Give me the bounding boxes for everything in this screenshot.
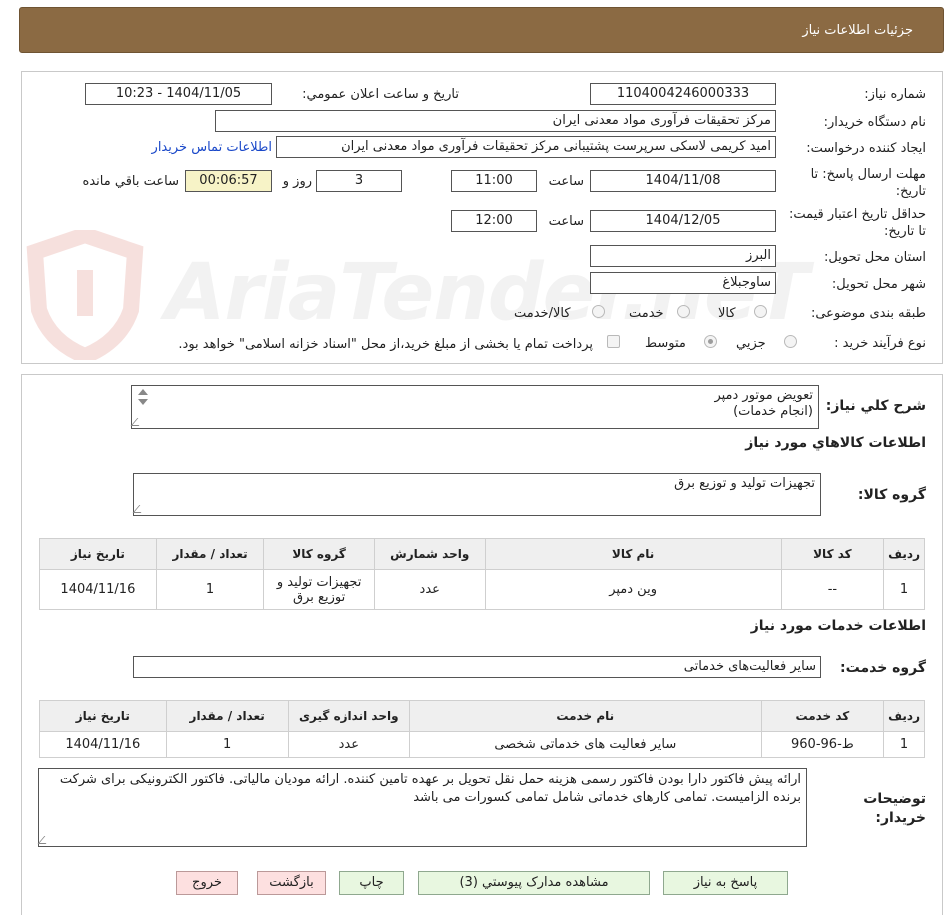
days-label: روز و [282, 174, 312, 189]
description-textarea[interactable]: تعویض موتور دمپر (انجام خدمات) [130, 385, 819, 429]
col-header: نام خدمت [408, 700, 762, 732]
table-cell: تجهیزات تولید و توزیع برق [263, 569, 375, 610]
remaining-label: ساعت باقي مانده [82, 174, 179, 189]
category-radio-service[interactable] [677, 305, 690, 318]
need-number-label: شماره نیاز: [864, 87, 926, 102]
table-cell: 1 [155, 569, 265, 610]
back-button[interactable]: بازگشت [257, 871, 326, 895]
process-radio-medium[interactable] [704, 335, 717, 348]
table-row: 1 ط-96-960 سایر فعالیت های خدماتی شخصی ع… [39, 731, 925, 758]
col-header: واحد شمارش [373, 538, 486, 570]
deadline-time-field: 11:00 [451, 170, 537, 192]
process-option-minor: جزيي [736, 336, 766, 351]
services-table-header: ردیف کد خدمت نام خدمت واحد اندازه گیری ت… [39, 700, 925, 732]
table-cell: 1 [883, 731, 925, 758]
table-cell: -- [780, 569, 885, 610]
buyer-org-label: نام دستگاه خریدار: [823, 115, 926, 130]
buyer-notes-label: توضیحات خریدار: [863, 791, 926, 826]
description-line-2: (انجام خدمات) [733, 404, 813, 419]
col-header: تعداد / مقدار [155, 538, 265, 570]
services-table: ردیف کد خدمت نام خدمت واحد اندازه گیری ت… [39, 700, 925, 758]
province-label: استان محل تحویل: [824, 250, 926, 265]
buyer-org-field: مرکز تحقیقات فرآوری مواد معدنی ایران [215, 110, 776, 132]
page-title: جزئیات اطلاعات نیاز [802, 23, 913, 38]
col-header: تعداد / مقدار [165, 700, 289, 732]
treasury-payment-note: پرداخت تمام یا بخشی از مبلغ خرید،از محل … [178, 337, 593, 352]
col-header: واحد اندازه گیری [287, 700, 410, 732]
goods-section-title: اطلاعات کالاهاي مورد نیاز [745, 435, 926, 451]
goods-group-label: گروه کالا: [857, 487, 926, 503]
table-cell: 1 [883, 569, 925, 610]
category-option-service: خدمت [629, 306, 664, 321]
category-radio-goods[interactable] [754, 305, 767, 318]
deadline-label: مهلت ارسال پاسخ: تا تاریخ: [810, 167, 926, 199]
description-line-1: تعویض موتور دمپر [714, 388, 813, 403]
buyer-notes-text: ارائه پیش فاکتور دارا بودن فاکتور رسمی ه… [59, 772, 801, 805]
resize-handle-icon[interactable] [37, 836, 53, 844]
resize-handle-icon[interactable] [130, 418, 146, 426]
page-header: جزئیات اطلاعات نیاز [19, 7, 944, 53]
table-cell: عدد [373, 569, 486, 610]
goods-group-value: تجهیزات تولید و توزیع برق [674, 476, 815, 491]
city-label: شهر محل تحویل: [831, 277, 926, 292]
table-cell: ط-96-960 [760, 731, 885, 758]
announce-field: 1404/11/05 - 10:23 [85, 83, 272, 105]
goods-group-textarea[interactable]: تجهیزات تولید و توزیع برق [132, 473, 821, 516]
exit-button[interactable]: خروج [176, 871, 238, 895]
province-field: البرز [590, 245, 776, 267]
reply-button[interactable]: پاسخ به نیاز [663, 871, 788, 895]
table-cell: 1 [165, 731, 289, 758]
process-radio-minor[interactable] [784, 335, 797, 348]
col-header: ردیف [883, 538, 925, 570]
col-header: ردیف [883, 700, 925, 732]
requester-field: امید کریمی لاسکی سرپرست پشتیبانی مرکز تح… [276, 136, 776, 158]
process-label: نوع فرآیند خرید : [834, 336, 926, 351]
table-cell: وین دمپر [484, 569, 782, 610]
days-field: 3 [316, 170, 402, 192]
table-cell: 1404/11/16 [39, 731, 167, 758]
description-label: شرح کلي نیاز: [825, 398, 926, 414]
price-validity-time-field: 12:00 [451, 210, 537, 232]
deadline-time-label: ساعت [548, 174, 584, 189]
table-cell: 1404/11/16 [39, 569, 157, 610]
service-group-label: گروه خدمت: [840, 660, 926, 676]
price-validity-date-field: 1404/12/05 [590, 210, 776, 232]
goods-table-header: ردیف کد کالا نام کالا واحد شمارش گروه کا… [39, 538, 925, 570]
treasury-payment-checkbox[interactable] [607, 335, 620, 348]
buyer-contact-link[interactable]: اطلاعات تماس خریدار [152, 140, 272, 155]
announce-label: تاریخ و ساعت اعلان عمومي: [302, 87, 459, 102]
category-label: طبقه بندی موضوعی: [810, 306, 926, 321]
view-attachments-button[interactable]: مشاهده مدارک پیوستي (3) [418, 871, 650, 895]
remaining-time-field: 00:06:57 [185, 170, 272, 192]
requester-label: ایجاد کننده درخواست: [806, 141, 926, 156]
col-header: نام کالا [484, 538, 782, 570]
table-cell: عدد [287, 731, 410, 758]
buyer-notes-textarea[interactable]: ارائه پیش فاکتور دارا بودن فاکتور رسمی ه… [37, 768, 807, 847]
process-option-medium: متوسط [645, 336, 686, 351]
col-header: تاریخ نیاز [39, 700, 167, 732]
price-validity-time-label: ساعت [548, 214, 584, 229]
category-radio-goods-service[interactable] [592, 305, 605, 318]
textarea-scroll-arrows-icon[interactable] [136, 388, 148, 408]
col-header: کد کالا [780, 538, 885, 570]
deadline-date-field: 1404/11/08 [590, 170, 776, 192]
service-group-field: سایر فعالیت‌های خدماتی [133, 656, 821, 678]
goods-table: ردیف کد کالا نام کالا واحد شمارش گروه کا… [39, 538, 925, 610]
table-row: 1 -- وین دمپر عدد تجهیزات تولید و توزیع … [39, 569, 925, 610]
table-cell: سایر فعالیت های خدماتی شخصی [408, 731, 762, 758]
col-header: تاریخ نیاز [39, 538, 157, 570]
services-section-title: اطلاعات خدمات مورد نیاز [750, 618, 926, 634]
resize-handle-icon[interactable] [132, 505, 148, 513]
city-field: ساوجبلاغ [590, 272, 776, 294]
print-button[interactable]: چاپ [339, 871, 404, 895]
col-header: کد خدمت [760, 700, 885, 732]
price-validity-label: حداقل تاریخ اعتبار قیمت: تا تاریخ: [788, 207, 926, 239]
category-option-goods: کالا [718, 306, 736, 321]
need-number-field: 1104004246000333 [590, 83, 776, 105]
col-header: گروه کالا [263, 538, 375, 570]
category-option-goods-service: کالا/خدمت [514, 306, 571, 321]
